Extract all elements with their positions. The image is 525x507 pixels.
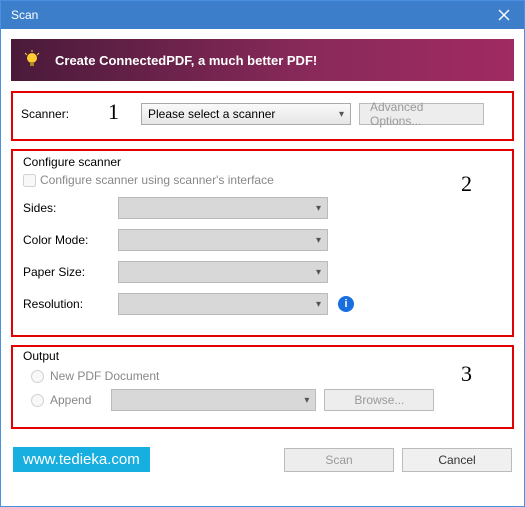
window-title: Scan [11,8,38,22]
chevron-down-icon: ▾ [304,395,309,406]
footer: www.tedieka.com Scan Cancel [1,443,524,480]
banner-text: Create ConnectedPDF, a much better PDF! [55,53,317,68]
titlebar: Scan [1,1,524,29]
lightbulb-icon [21,49,43,71]
chevron-down-icon: ▾ [316,203,321,214]
scan-dialog: Scan Create ConnectedPDF, a much better … [0,0,525,507]
output-fieldset: Output New PDF Document Append ▾ Browse.… [13,347,512,427]
chevron-down-icon: ▾ [316,235,321,246]
annotation-3: 3 [461,361,472,387]
scanner-section: Scanner: Please select a scanner ▾ Advan… [11,91,514,141]
scanner-label: Scanner: [21,107,81,121]
use-scanner-interface-checkbox[interactable]: Configure scanner using scanner's interf… [23,173,502,187]
watermark: www.tedieka.com [13,447,150,472]
configure-section: Configure scanner Configure scanner usin… [11,149,514,337]
append-target-select[interactable]: ▾ [111,389,316,411]
color-mode-label: Color Mode: [23,233,118,247]
chevron-down-icon: ▾ [316,267,321,278]
info-icon[interactable]: i [338,296,354,312]
paper-size-select[interactable]: ▾ [118,261,328,283]
close-icon[interactable] [484,1,524,29]
new-pdf-radio-input[interactable] [31,370,44,383]
new-pdf-label: New PDF Document [50,369,159,383]
use-scanner-interface-input[interactable] [23,174,36,187]
advanced-options-button[interactable]: Advanced Options... [359,103,484,125]
append-radio-input[interactable] [31,394,44,407]
scanner-select-value: Please select a scanner [148,107,275,121]
new-pdf-radio[interactable]: New PDF Document [31,369,502,383]
resolution-select[interactable]: ▾ [118,293,328,315]
annotation-2: 2 [461,171,472,197]
output-legend: Output [23,349,502,363]
configure-legend: Configure scanner [23,155,502,169]
sides-select[interactable]: ▾ [118,197,328,219]
chevron-down-icon: ▾ [316,299,321,310]
browse-button[interactable]: Browse... [324,389,434,411]
configure-fieldset: Configure scanner Configure scanner usin… [13,151,512,335]
paper-size-label: Paper Size: [23,265,118,279]
append-label: Append [50,393,91,407]
resolution-label: Resolution: [23,297,118,311]
annotation-1: 1 [108,99,119,125]
promo-banner[interactable]: Create ConnectedPDF, a much better PDF! [11,39,514,81]
scan-button[interactable]: Scan [284,448,394,472]
output-section: Output New PDF Document Append ▾ Browse.… [11,345,514,429]
use-scanner-interface-label: Configure scanner using scanner's interf… [40,173,274,187]
scanner-select[interactable]: Please select a scanner ▾ [141,103,351,125]
cancel-button[interactable]: Cancel [402,448,512,472]
append-radio[interactable]: Append [31,393,91,407]
chevron-down-icon: ▾ [339,109,344,120]
sides-label: Sides: [23,201,118,215]
color-mode-select[interactable]: ▾ [118,229,328,251]
